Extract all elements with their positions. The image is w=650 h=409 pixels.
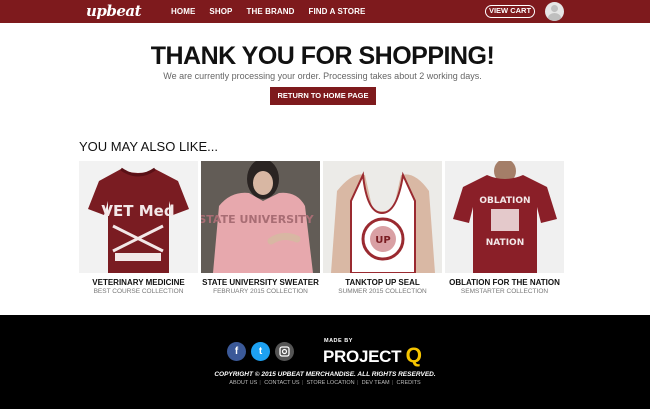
copyright-text: COPYRIGHT © 2015 UPBEAT MERCHANDISE. ALL… [214, 371, 436, 378]
product-image[interactable]: STATE UNIVERSITY [201, 161, 320, 273]
shirt-print-text: STATE UNIVERSITY [201, 213, 315, 226]
top-nav: upbeat HOME SHOP THE BRAND FIND A STORE … [0, 0, 650, 23]
link-separator: | [259, 380, 261, 386]
footer-link-store-location[interactable]: STORE LOCATION [307, 380, 355, 386]
instagram-glyph-icon [279, 346, 290, 357]
site-footer: f t MADE BY PROJECT Q COPYRIGHT © 2015 U… [0, 315, 650, 409]
recommendations-heading: YOU MAY ALSO LIKE... [79, 139, 218, 154]
view-cart-button[interactable]: VIEW CART [485, 5, 535, 18]
tanktop-image-icon: UP [323, 161, 442, 273]
shirt-print-text: UP [375, 235, 390, 246]
return-home-button[interactable]: RETURN TO HOME PAGE [270, 87, 376, 105]
nav-link-find-a-store[interactable]: FIND A STORE [309, 7, 366, 16]
project-q-letter: Q [405, 344, 422, 367]
shirt-print-line2: NATION [486, 238, 524, 248]
product-collection: SUMMER 2015 COLLECTION [338, 288, 427, 295]
avatar-body [548, 13, 561, 21]
page-title: THANK YOU FOR SHOPPING! [150, 42, 495, 70]
nav-link-shop[interactable]: SHOP [209, 7, 232, 16]
footer-link-about[interactable]: ABOUT US [229, 380, 257, 386]
product-card[interactable]: OBLATION NATION OBLATION FOR THE NATION … [445, 161, 564, 295]
shirt-print-text: VET Med [101, 202, 174, 220]
product-collection: BEST COURSE COLLECTION [93, 288, 184, 295]
product-name[interactable]: TANKTOP UP SEAL [323, 278, 442, 287]
product-collection: FEBRUARY 2015 COLLECTION [213, 288, 308, 295]
link-separator: | [391, 380, 394, 386]
product-image[interactable]: OBLATION NATION [445, 161, 564, 273]
product-image[interactable]: VET Med [79, 161, 198, 273]
facebook-icon[interactable]: f [227, 342, 246, 361]
logo[interactable]: upbeat [86, 2, 142, 20]
product-card[interactable]: STATE UNIVERSITY STATE UNIVERSITY SWEATE… [201, 161, 320, 295]
twitter-icon[interactable]: t [251, 342, 270, 361]
nav-links: HOME SHOP THE BRAND FIND A STORE [171, 7, 379, 16]
link-separator: | [356, 380, 359, 386]
page-subtitle: We are currently processing your order. … [163, 71, 482, 81]
tshirt-image-icon: OBLATION NATION [445, 161, 564, 273]
user-avatar-icon[interactable] [545, 2, 564, 21]
product-name[interactable]: OBLATION FOR THE NATION [445, 278, 564, 287]
project-q-brand: PROJECT [323, 347, 402, 366]
nav-link-home[interactable]: HOME [171, 7, 195, 16]
shirt-print-line1: OBLATION [479, 196, 530, 206]
product-card[interactable]: UP TANKTOP UP SEAL SUMMER 2015 COLLECTIO… [323, 161, 442, 295]
product-card[interactable]: VET Med VETERINARY MEDICINE BEST COURSE … [79, 161, 198, 295]
product-image[interactable]: UP [323, 161, 442, 273]
product-name[interactable]: STATE UNIVERSITY SWEATER [201, 278, 320, 287]
instagram-icon[interactable] [275, 342, 294, 361]
nav-link-the-brand[interactable]: THE BRAND [246, 7, 294, 16]
footer-link-contact[interactable]: CONTACT US [264, 380, 299, 386]
footer-link-dev-team[interactable]: DEV TEAM [362, 380, 390, 386]
tshirt-image-icon: VET Med [79, 161, 198, 273]
footer-links: ABOUT US | CONTACT US | STORE LOCATION | DE… [0, 380, 650, 386]
product-name[interactable]: VETERINARY MEDICINE [79, 278, 198, 287]
product-collection: SEMSTARTER COLLECTION [460, 288, 549, 295]
footer-link-credits[interactable]: CREDITS [397, 380, 421, 386]
sweater-image-icon: STATE UNIVERSITY [201, 161, 320, 273]
project-q-logo[interactable]: PROJECT Q [323, 344, 422, 368]
link-separator: | [301, 380, 303, 386]
avatar-head [551, 5, 558, 12]
